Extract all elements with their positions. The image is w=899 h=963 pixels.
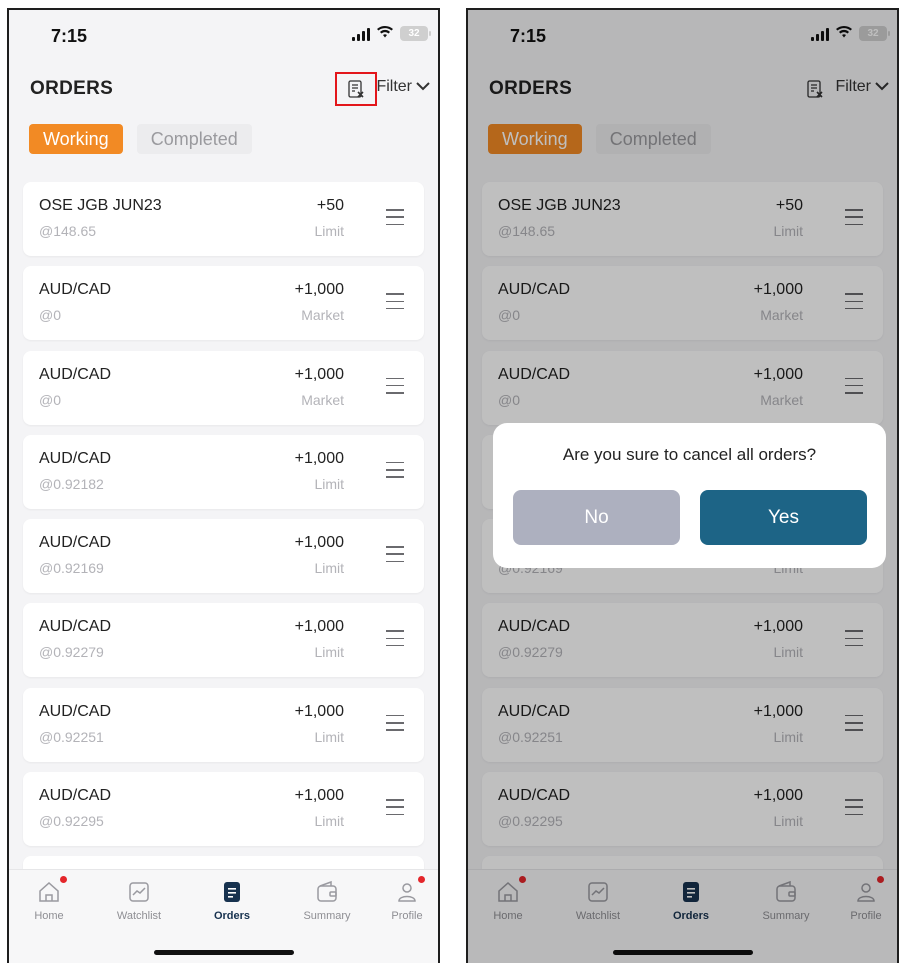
order-price: @0.92279 — [39, 644, 104, 661]
notification-dot — [418, 876, 425, 883]
status-icons: 32 — [352, 24, 431, 43]
order-quantity: +1,000 — [294, 281, 344, 299]
nav-orders[interactable]: Orders — [197, 880, 267, 922]
dialog-message: Are you sure to cancel all orders? — [562, 445, 817, 464]
order-quantity: +1,000 — [294, 365, 344, 383]
wifi-icon — [376, 24, 394, 43]
order-type: Limit — [314, 728, 344, 745]
tab-working[interactable]: Working — [29, 124, 123, 154]
home-icon — [37, 876, 67, 904]
filter-label: Filter — [376, 78, 412, 95]
order-price: @0.92169 — [39, 560, 104, 577]
chevron-down-icon — [416, 78, 430, 96]
cellular-signal-icon — [352, 27, 370, 41]
order-symbol: AUD/CAD — [39, 365, 112, 383]
order-price: @0 — [39, 307, 61, 324]
order-type: Market — [301, 307, 344, 324]
notification-dot — [60, 876, 67, 883]
order-row[interactable]: AUD/CAD @0.92169 +1,000 Limit — [23, 519, 424, 594]
hamburger-menu-icon[interactable] — [386, 377, 404, 394]
nav-watchlist[interactable]: Watchlist — [104, 880, 174, 922]
hamburger-menu-icon[interactable] — [386, 461, 404, 478]
order-row[interactable]: AUD/CAD @0.92279 +1,000 Limit — [23, 603, 424, 678]
phone-screen-cancel-dialog: 7:15 32 ORDERS Filter Working Completed OSE JG… — [466, 8, 899, 963]
order-quantity: +1,000 — [294, 618, 344, 636]
nav-label: Orders — [213, 910, 251, 922]
cancel-confirmation-dialog: Are you sure to cancel all orders? No Yes — [493, 423, 886, 568]
hamburger-menu-icon[interactable] — [386, 546, 404, 563]
hamburger-menu-icon[interactable] — [386, 293, 404, 310]
order-type: Limit — [314, 475, 344, 492]
order-type: Limit — [314, 223, 344, 239]
order-row[interactable]: OSE JGB JUN23 @148.65 +50 Limit — [23, 182, 424, 256]
order-price: @0.92182 — [39, 475, 104, 492]
orders-list: OSE JGB JUN23 @148.65 +50 Limit AUD/CAD @0 +1,… — [23, 182, 424, 897]
nav-label: Watchlist — [116, 910, 162, 922]
order-row[interactable]: AUD/CAD @0.92182 +1,000 Limit — [23, 434, 424, 509]
nav-profile[interactable]: Profile — [372, 876, 438, 922]
order-quantity: +1,000 — [294, 702, 344, 720]
order-symbol: AUD/CAD — [39, 702, 112, 720]
status-time: 7:15 — [51, 26, 88, 46]
cancel-all-orders-icon[interactable] — [335, 72, 377, 106]
profile-icon — [395, 876, 425, 904]
order-symbol: OSE JGB JUN23 — [39, 197, 162, 214]
chart-icon — [127, 880, 151, 904]
bottom-tab-bar: Home Watchlist Orders Summary Profile — [9, 869, 438, 963]
hamburger-menu-icon[interactable] — [386, 714, 404, 731]
order-price: @148.65 — [39, 223, 97, 239]
hamburger-menu-icon[interactable] — [386, 799, 404, 816]
order-price: @0 — [39, 391, 61, 408]
wallet-icon — [315, 880, 339, 904]
nav-summary[interactable]: Summary — [292, 880, 362, 922]
order-type: Limit — [314, 813, 344, 830]
nav-label: Home — [34, 910, 64, 922]
order-type: Limit — [314, 560, 344, 577]
filter-dropdown[interactable]: Filter — [376, 78, 430, 96]
order-quantity: +50 — [316, 197, 344, 214]
page-header: ORDERS Filter — [9, 72, 438, 112]
status-bar: 7:15 32 — [9, 10, 438, 62]
order-quantity: +1,000 — [294, 787, 344, 805]
hamburger-menu-icon[interactable] — [386, 630, 404, 647]
order-quantity: +1,000 — [294, 449, 344, 467]
order-type: Market — [301, 391, 344, 408]
nav-label: Summary — [303, 910, 351, 922]
home-indicator — [153, 950, 294, 955]
battery-icon: 32 — [400, 26, 431, 41]
orders-icon — [220, 880, 244, 904]
nav-home[interactable]: Home — [14, 876, 84, 922]
order-symbol: AUD/CAD — [39, 449, 112, 467]
order-row[interactable]: AUD/CAD @0 +1,000 Market — [23, 266, 424, 341]
order-symbol: AUD/CAD — [39, 787, 112, 805]
order-row[interactable]: AUD/CAD @0 +1,000 Market — [23, 350, 424, 425]
nav-label: Profile — [391, 910, 423, 922]
order-symbol: AUD/CAD — [39, 534, 112, 552]
order-type: Limit — [314, 644, 344, 661]
no-button[interactable]: No — [513, 490, 680, 545]
tab-completed[interactable]: Completed — [136, 124, 252, 154]
screenshot-stage: 7:15 32 ORDERS Filter Working Completed OSE JG… — [0, 0, 899, 963]
order-row[interactable]: AUD/CAD @0.92251 +1,000 Limit — [23, 687, 424, 762]
order-price: @0.92251 — [39, 728, 104, 745]
order-symbol: AUD/CAD — [39, 281, 112, 299]
hamburger-menu-icon[interactable] — [386, 209, 404, 225]
order-quantity: +1,000 — [294, 534, 344, 552]
yes-button[interactable]: Yes — [700, 490, 867, 545]
order-status-tabs: Working Completed — [29, 124, 252, 154]
order-row[interactable]: AUD/CAD @0.92295 +1,000 Limit — [23, 772, 424, 847]
order-price: @0.92295 — [39, 813, 104, 830]
page-title: ORDERS — [30, 78, 114, 99]
order-symbol: AUD/CAD — [39, 618, 112, 636]
phone-screen-orders: 7:15 32 ORDERS Filter Working Completed OSE JG… — [7, 8, 440, 963]
